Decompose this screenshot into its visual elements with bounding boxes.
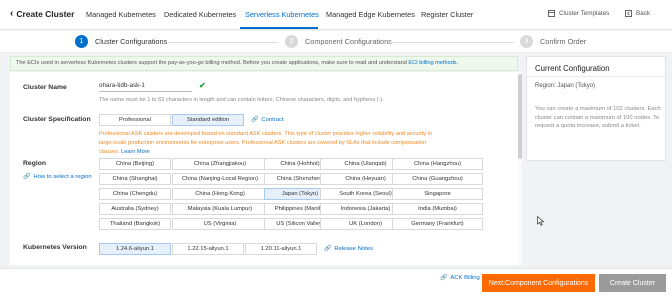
tab-managed-kubernetes[interactable]: Managed Kubernetes [86,10,156,19]
link-icon: 🔗 [324,246,332,252]
region-option[interactable]: China (Zhangjiakou) [172,158,268,170]
region-option[interactable]: Singapore [392,188,483,200]
step-label: Cluster Configurations [95,37,168,46]
ack-billing-link[interactable]: 🔗 ACK Billing [440,275,480,281]
step-number: 1 [75,35,88,48]
page-title: Create Cluster [16,9,75,19]
step-connector [390,42,514,43]
region-label: Region [23,160,47,167]
step-cluster-configurations: 1 Cluster Configurations [75,35,167,48]
link-icon: 🔗 [440,275,448,281]
cluster-templates-link[interactable]: Cluster Templates [548,10,609,17]
panel-title: Current Configuration [535,64,610,73]
template-icon [548,10,555,17]
step-connector [168,42,278,43]
back-icon [625,10,632,17]
next-component-configurations-button[interactable]: Next:Component Configurations [482,274,595,292]
step-number: 3 [520,35,533,48]
ack-billing-label: ACK Billing [450,275,480,281]
region-option[interactable]: China (Nanjing-Local Region) [172,173,268,185]
spec-option-professional[interactable]: Professional [99,114,171,126]
region-option[interactable]: China (Shanghai) [99,173,171,185]
selected-region-summary: Region: Japan (Tokyo) [535,83,596,89]
region-option[interactable]: China (Guangzhou) [392,173,483,185]
cluster-spec-label: Cluster Specification [23,116,91,123]
region-option[interactable]: Australia (Sydney) [99,203,171,215]
k8s-version-option[interactable]: 1.20.11-aliyun.1 [245,243,317,255]
contract-link-label: Contract [261,117,284,123]
tab-managed-edge-kubernetes[interactable]: Managed Edge Kubernetes [326,10,415,19]
k8s-version-label: Kubernetes Version [23,244,87,251]
notice-text: The ECIs used in serverless Kubernetes c… [16,60,409,66]
release-notes-link[interactable]: 🔗 Release Notes [324,246,373,252]
release-notes-label: Release Notes [334,246,373,252]
step-number: 2 [285,35,298,48]
mouse-cursor-icon [537,216,545,226]
back-link[interactable]: Back [625,10,650,17]
notice-end: . [456,60,459,66]
region-help-link[interactable]: 🔗 How to select a region [23,174,92,180]
active-tab-indicator [240,27,318,29]
learn-more-link[interactable]: Learn More [121,149,150,155]
panel-divider [527,76,665,77]
link-icon: 🔗 [251,117,259,123]
link-icon: 🔗 [23,174,31,180]
wizard-steps: 1 Cluster Configurations 2 Component Con… [0,31,672,53]
top-header: ‹ Create Cluster Managed Kubernetes Dedi… [0,0,672,30]
contract-link[interactable]: 🔗 Contract [251,117,284,123]
spec-option-standard[interactable]: Standard edition [172,114,244,126]
back-link-label: Back [636,10,650,17]
cluster-config-form: Cluster Name ohara-tidb-ask-1 ✔ The name… [10,72,518,265]
region-option[interactable]: Malaysia (Kuala Lumpur) [172,203,268,215]
valid-check-icon: ✔ [199,81,206,90]
tab-serverless-kubernetes[interactable]: Serverless Kubernetes [245,10,319,19]
tab-dedicated-kubernetes[interactable]: Dedicated Kubernetes [164,10,236,19]
tab-register-cluster[interactable]: Register Cluster [421,10,473,19]
create-cluster-button[interactable]: Create Cluster [599,274,666,292]
eci-billing-link[interactable]: ECI billing methods [408,60,456,66]
step-component-configurations: 2 Component Configurations [285,35,392,48]
step-label: Confirm Order [540,37,587,46]
spec-warning: Professional ASK clusters are developed … [99,130,444,157]
cluster-name-input[interactable]: ohara-tidb-ask-1 [99,80,192,92]
cluster-name-hint: The name must be 1 to 63 characters in l… [99,97,384,103]
quota-note: You can create a maximum of 102 clusters… [535,106,661,130]
form-scrollbar-thumb[interactable] [518,74,522,159]
region-option[interactable]: China (Beijing) [99,158,171,170]
k8s-version-option[interactable]: 1.22.15-aliyun.1 [172,243,244,255]
back-to-clusters[interactable]: ‹ Create Cluster [10,8,75,20]
k8s-version-option-selected[interactable]: 1.24.6-aliyun.1 [99,243,171,255]
region-option[interactable]: China (Chengdu) [99,188,171,200]
cluster-name-label: Cluster Name [23,84,67,91]
region-option[interactable]: US (Virginia) [172,218,268,230]
cluster-templates-label: Cluster Templates [559,10,610,17]
region-help-label: How to select a region [33,174,92,180]
billing-notice: The ECIs used in serverless Kubernetes c… [10,56,518,71]
region-option[interactable]: China (Hangzhou) [392,158,483,170]
region-option[interactable]: India (Mumbai) [392,203,483,215]
region-option[interactable]: Thailand (Bangkok) [99,218,171,230]
step-confirm-order: 3 Confirm Order [520,35,586,48]
region-option[interactable]: China (Hong Kong) [172,188,268,200]
region-option[interactable]: Germany (Frankfurt) [392,218,483,230]
current-configuration-panel: Current Configuration Region: Japan (Tok… [526,56,666,161]
step-label: Component Configurations [305,37,392,46]
chevron-left-icon: ‹ [10,8,14,19]
